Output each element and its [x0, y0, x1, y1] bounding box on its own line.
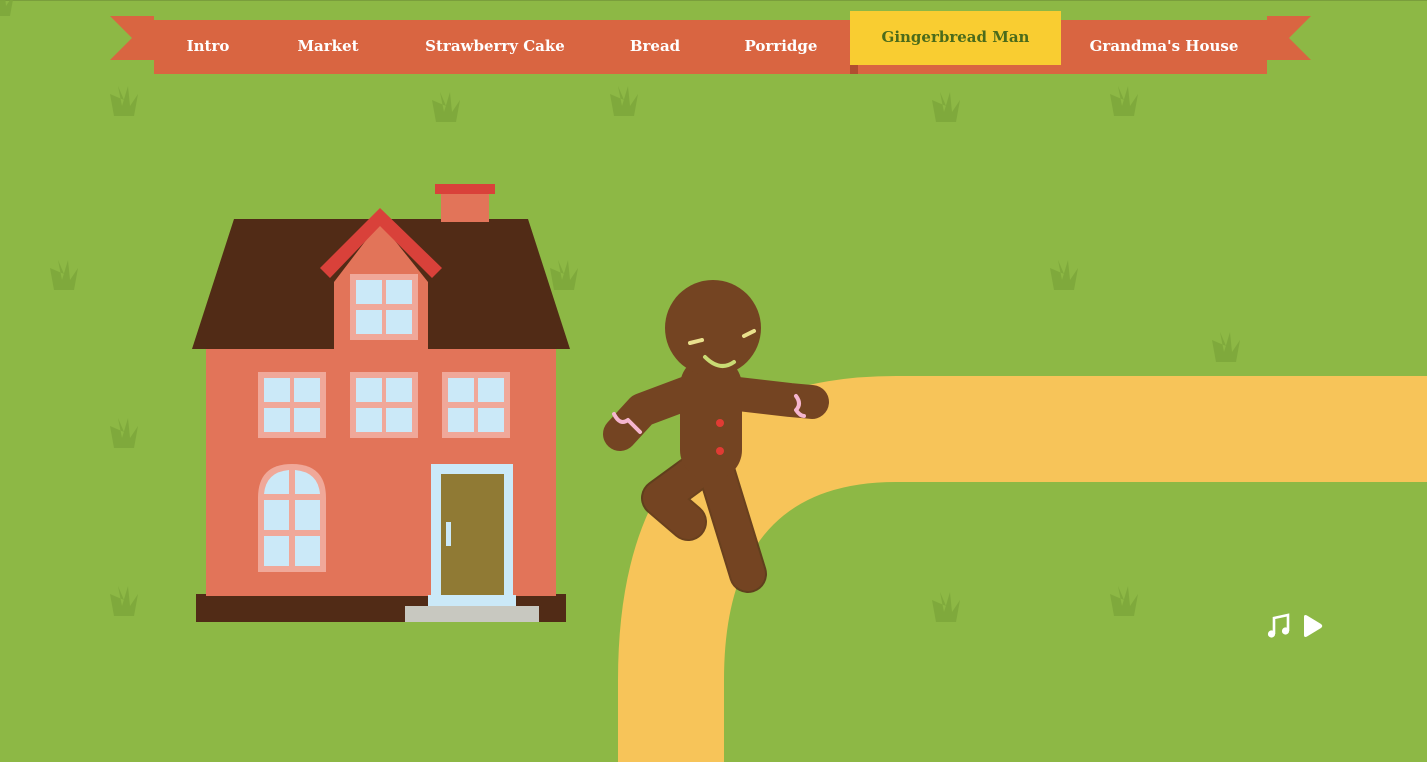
- grass-tufts: [0, 0, 1240, 622]
- nav-item-bread[interactable]: Bread: [614, 20, 696, 74]
- house-illustration: [192, 184, 570, 622]
- active-tab-fold: [850, 65, 858, 74]
- play-button[interactable]: [1300, 612, 1326, 640]
- music-note-icon: [1267, 613, 1290, 638]
- scene-illustration: [0, 0, 1427, 762]
- music-toggle-button[interactable]: [1266, 612, 1292, 640]
- nav-item-gingerbread-man[interactable]: Gingerbread Man: [850, 11, 1061, 65]
- nav-item-strawberry-cake[interactable]: Strawberry Cake: [410, 20, 580, 74]
- nav-item-grandmas-house[interactable]: Grandma's House: [1080, 20, 1248, 74]
- nav-item-market[interactable]: Market: [280, 20, 376, 74]
- nav-item-intro[interactable]: Intro: [170, 20, 246, 74]
- play-icon: [1304, 615, 1323, 637]
- nav-item-porridge[interactable]: Porridge: [730, 20, 832, 74]
